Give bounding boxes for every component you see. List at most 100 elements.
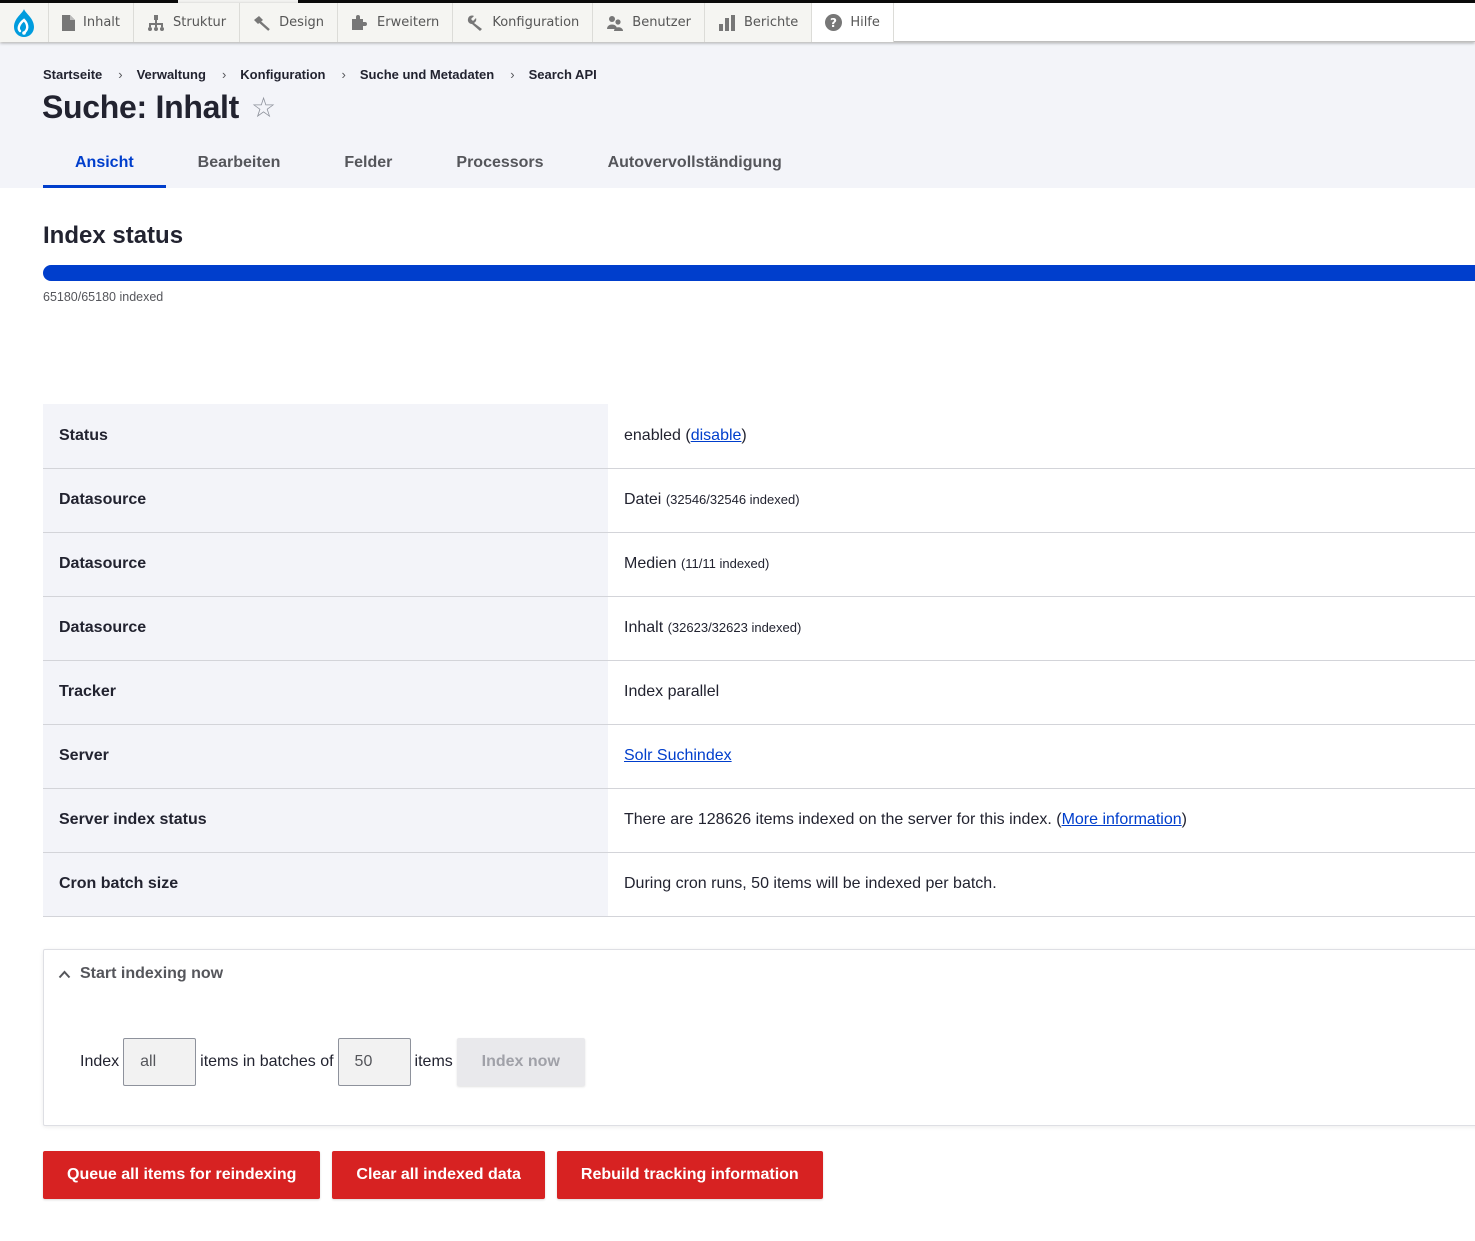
index-progress-text: 65180/65180 indexed (43, 290, 164, 304)
row-value: enabled (disable) (608, 404, 1475, 468)
primary-tabs: Ansicht Bearbeiten Felder Processors Aut… (43, 141, 814, 188)
row-value: Medien (11/11 indexed) (608, 532, 1475, 596)
row-label: Server index status (43, 788, 608, 852)
queue-reindex-button[interactable]: Queue all items for reindexing (43, 1151, 321, 1199)
index-actions: Queue all items for reindexing Clear all… (43, 1151, 823, 1199)
toolbar-item-konfiguration[interactable]: Konfiguration (453, 3, 594, 42)
items-label: items (414, 1053, 453, 1070)
table-row: Datasource Medien (11/11 indexed) (43, 532, 1475, 596)
start-indexing-details: Start indexing now Index items in batche… (43, 949, 1475, 1126)
table-row: Server index status There are 128626 ite… (43, 788, 1475, 852)
admin-toolbar: Inhalt Struktur Design Erweitern Konfigu… (0, 3, 1475, 42)
breadcrumb-link[interactable]: Verwaltung (137, 67, 206, 82)
tab-autovervollstaendigung[interactable]: Autovervollständigung (576, 141, 814, 188)
paren-close: ) (1181, 811, 1187, 828)
datasource-name: Inhalt (624, 619, 664, 636)
row-label: Server (43, 724, 608, 788)
breadcrumb-separator: › (221, 67, 227, 82)
breadcrumb-link[interactable]: Startseite (43, 67, 102, 82)
server-status-text: There are 128626 items indexed on the se… (624, 811, 1062, 828)
index-progress-bar (43, 265, 1475, 281)
row-label: Datasource (43, 468, 608, 532)
paintbrush-icon (254, 15, 270, 31)
puzzle-icon (352, 14, 368, 30)
row-label: Status (43, 404, 608, 468)
datasource-count: (11/11 indexed) (680, 556, 770, 571)
rebuild-tracking-button[interactable]: Rebuild tracking information (556, 1151, 823, 1199)
toolbar-label: Hilfe (850, 15, 880, 30)
people-icon (607, 15, 624, 31)
row-value: Datei (32546/32546 indexed) (608, 468, 1475, 532)
disable-link[interactable]: disable (691, 427, 742, 444)
toolbar-item-inhalt[interactable]: Inhalt (49, 3, 134, 42)
datasource-count: (32623/32623 indexed) (667, 620, 802, 635)
page-title-text: Suche: Inhalt (42, 89, 240, 125)
sitemap-icon (148, 14, 164, 31)
breadcrumb-separator: › (118, 67, 123, 82)
star-icon[interactable]: ☆ (251, 91, 276, 124)
toolbar-label: Design (279, 15, 325, 30)
svg-text:?: ? (830, 16, 837, 30)
table-row: Datasource Inhalt (32623/32623 indexed) (43, 596, 1475, 660)
row-value: There are 128626 items indexed on the se… (608, 788, 1475, 852)
breadcrumb: Startseite › Verwaltung › Konfiguration … (43, 67, 597, 82)
more-information-link[interactable]: More information (1062, 811, 1182, 828)
page-title: Suche: Inhalt ☆ (42, 89, 276, 126)
table-row: Tracker Index parallel (43, 660, 1475, 724)
clear-indexed-data-button[interactable]: Clear all indexed data (332, 1151, 545, 1199)
batch-size-input[interactable] (337, 1038, 411, 1086)
start-indexing-toggle[interactable]: Start indexing now (58, 965, 223, 983)
row-value: Solr Suchindex (608, 724, 1475, 788)
breadcrumb-separator: › (341, 67, 346, 82)
page-header: Startseite › Verwaltung › Konfiguration … (0, 43, 1475, 188)
breadcrumb-separator: › (510, 67, 515, 82)
toolbar-item-hilfe[interactable]: ? Hilfe (812, 3, 894, 42)
datasource-count: (32546/32546 indexed) (665, 492, 800, 507)
table-row: Status enabled (disable) (43, 404, 1475, 468)
file-icon (62, 14, 75, 31)
row-value: During cron runs, 50 items will be index… (624, 875, 997, 892)
tab-processors[interactable]: Processors (424, 141, 575, 188)
index-label: Index (80, 1053, 120, 1070)
toolbar-label: Benutzer (632, 15, 691, 30)
toolbar-item-design[interactable]: Design (240, 3, 339, 42)
toolbar-item-erweitern[interactable]: Erweitern (338, 3, 454, 42)
datasource-name: Datei (624, 491, 662, 508)
bar-chart-icon (718, 14, 735, 31)
toolbar-label: Struktur (173, 15, 227, 30)
row-value: Inhalt (32623/32623 indexed) (608, 596, 1475, 660)
chevron-up-icon (58, 970, 71, 978)
row-label: Datasource (43, 532, 608, 596)
row-value: Index parallel (624, 683, 720, 700)
tab-felder[interactable]: Felder (312, 141, 424, 188)
index-now-button[interactable]: Index now (456, 1038, 585, 1086)
index-limit-input[interactable] (123, 1038, 197, 1086)
index-info-table: Status enabled (disable) Datasource Date… (43, 404, 1475, 917)
server-link[interactable]: Solr Suchindex (624, 747, 732, 764)
table-row: Cron batch size During cron runs, 50 ite… (43, 852, 1475, 916)
index-progress-fill (43, 265, 1475, 281)
breadcrumb-link[interactable]: Konfiguration (240, 67, 325, 82)
row-label: Tracker (43, 660, 608, 724)
index-now-form: Index items in batches of items Index no… (80, 1038, 585, 1086)
toolbar-item-benutzer[interactable]: Benutzer (593, 3, 705, 42)
toolbar-item-berichte[interactable]: Berichte (704, 3, 813, 42)
status-text: enabled ( (624, 426, 691, 444)
table-row: Datasource Datei (32546/32546 indexed) (43, 468, 1475, 532)
start-indexing-summary: Start indexing now (80, 965, 224, 982)
toolbar-label: Konfiguration (492, 15, 580, 30)
toolbar-item-struktur[interactable]: Struktur (134, 3, 241, 42)
datasource-name: Medien (624, 555, 677, 572)
toolbar-label: Berichte (743, 15, 799, 30)
drupal-logo-icon (14, 8, 34, 37)
breadcrumb-link[interactable]: Search API (529, 67, 597, 82)
table-row: Server Solr Suchindex (43, 724, 1475, 788)
tab-ansicht[interactable]: Ansicht (43, 141, 166, 188)
paren-close: ) (741, 426, 747, 444)
help-icon: ? (825, 14, 843, 31)
breadcrumb-link[interactable]: Suche und Metadaten (360, 67, 494, 82)
toolbar-label: Erweitern (377, 15, 440, 30)
tab-bearbeiten[interactable]: Bearbeiten (166, 141, 313, 188)
wrench-icon (468, 14, 483, 31)
home-button[interactable] (0, 3, 49, 42)
